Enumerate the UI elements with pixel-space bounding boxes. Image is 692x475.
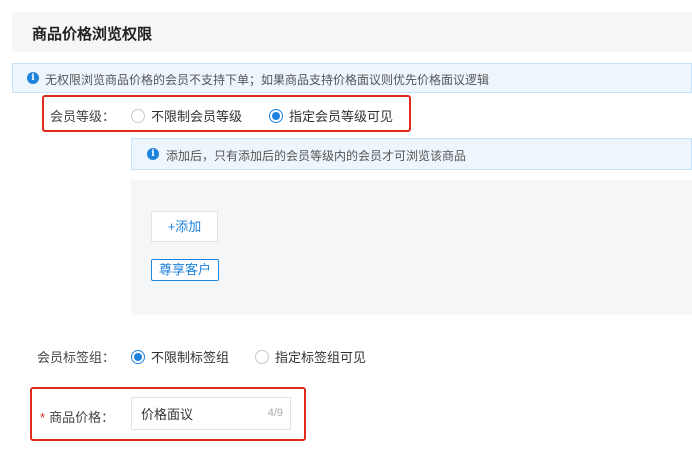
member-level-hint-text: 添加后，只有添加后的会员等级内的会员才可浏览该商品 [166,149,467,163]
price-input[interactable] [133,399,261,428]
price-label-text: 商品价格： [49,410,115,425]
radio-circle-icon [131,108,145,123]
char-count: 4/9 [267,407,283,419]
notice-bar: i 无权限浏览商品价格的会员不支持下单；如果商品支持价格面议则优先价格面议逻辑 [12,63,692,93]
section-header: 商品价格浏览权限 [12,12,692,52]
radio-unlimited-member-level[interactable]: 不限制会员等级 [131,106,242,125]
notice-text: 无权限浏览商品价格的会员不支持下单；如果商品支持价格面议则优先价格面议逻辑 [45,73,490,87]
add-member-level-button[interactable]: +添加 [151,211,218,242]
radio-label: 不限制标签组 [151,350,230,365]
info-icon: i [27,72,39,84]
radio-circle-icon [255,349,269,364]
price-field[interactable]: 4/9 [131,397,291,430]
radio-specified-tag-group[interactable]: 指定标签组可见 [255,347,366,366]
info-icon: i [147,148,159,160]
section-title: 商品价格浏览权限 [32,26,153,43]
member-level-panel: +添加 尊享客户 [131,180,692,315]
radio-specified-member-level[interactable]: 指定会员等级可见 [269,106,393,125]
member-level-label: 会员等级： [50,109,116,124]
radio-checked-icon [269,108,283,123]
price-label: * 商品价格： [40,407,114,426]
required-mark: * [40,410,46,425]
radio-checked-icon [131,349,145,364]
radio-unlimited-tag-group[interactable]: 不限制标签组 [131,347,229,366]
member-level-hint: i 添加后，只有添加后的会员等级内的会员才可浏览该商品 [131,138,692,170]
radio-label: 指定会员等级可见 [289,109,394,124]
member-tag-group-label: 会员标签组： [37,350,116,365]
radio-label: 指定标签组可见 [275,350,367,365]
member-level-tag[interactable]: 尊享客户 [151,259,220,281]
radio-label: 不限制会员等级 [151,109,243,124]
